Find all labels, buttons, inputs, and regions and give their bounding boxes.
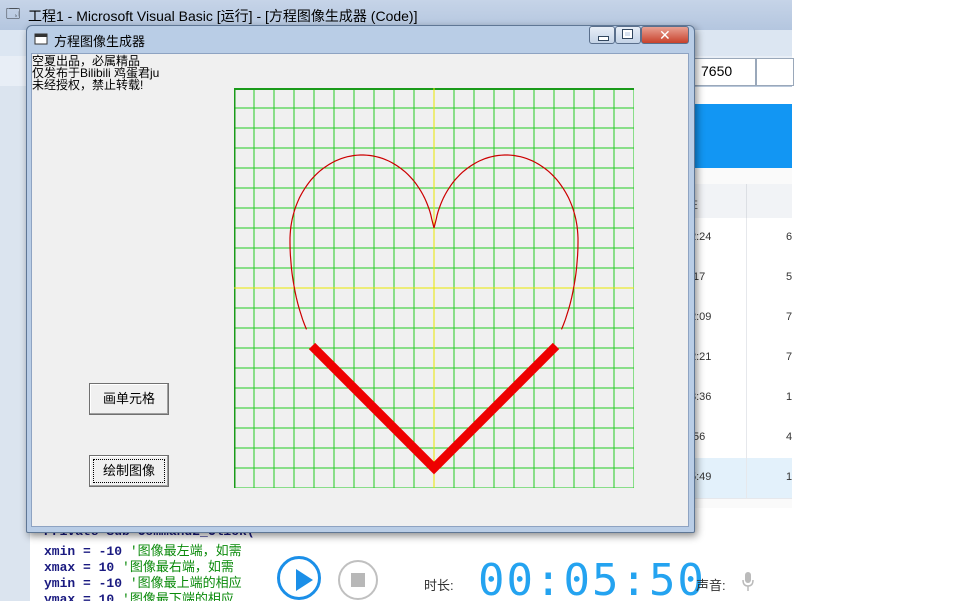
play-button[interactable] <box>277 556 321 600</box>
table-row[interactable]: 2:24 6 <box>690 218 792 259</box>
close-icon: ✕ <box>659 27 671 43</box>
stop-icon <box>351 573 365 587</box>
draw-graph-button[interactable]: 绘制图像 <box>89 455 169 487</box>
maximize-button[interactable] <box>615 26 641 44</box>
table-row[interactable]: 3:36 1 <box>690 378 792 419</box>
table-row[interactable]: 2:21 7 <box>690 338 792 379</box>
row-count: 7 <box>786 311 793 323</box>
row-count: 4 <box>786 431 793 443</box>
plot-canvas <box>234 88 634 488</box>
ide-title-text: 工程1 - Microsoft Visual Basic [运行] - [方程图… <box>28 8 418 24</box>
table-row[interactable]: 5:49 1 <box>690 458 792 499</box>
row-count: 1 <box>786 391 793 403</box>
draw-grid-button[interactable]: 画单元格 <box>89 383 169 415</box>
table-row[interactable]: :56 4 <box>690 418 792 459</box>
minimize-icon <box>598 36 609 41</box>
duration-label: 时长: <box>424 578 454 593</box>
code-line: ymax = 10 '图像最下端的相应 <box>44 592 234 601</box>
play-icon <box>296 569 313 591</box>
table-row[interactable]: :17 5 <box>690 258 792 299</box>
counter-field-2 <box>756 58 794 86</box>
recorder-banner <box>690 104 792 168</box>
row-count: 5 <box>786 271 793 283</box>
duration-value: 00:05:50 <box>478 555 706 606</box>
close-button[interactable]: ✕ <box>641 26 689 44</box>
counter-field: 7650 <box>690 58 756 86</box>
credit-line-3: 未经授权，禁止转载! <box>32 78 144 92</box>
app-title: 方程图像生成器 <box>54 34 146 49</box>
form-icon <box>34 33 48 45</box>
maximize-icon <box>622 29 633 39</box>
stop-button[interactable] <box>338 560 378 600</box>
minimize-button[interactable] <box>589 26 615 44</box>
row-count: 7 <box>786 351 793 363</box>
counter-value: 7650 <box>701 63 733 79</box>
table-row[interactable]: 2:09 7 <box>690 298 792 339</box>
volume-label: 声音: <box>696 578 726 593</box>
row-count: 1 <box>786 471 793 483</box>
code-editor[interactable]: Private Sub Command2_Click(xmin = -10 '图… <box>32 528 264 601</box>
microphone-icon[interactable] <box>742 572 754 592</box>
row-count: 6 <box>786 231 793 243</box>
vb-app-icon: 🗔 <box>6 6 21 21</box>
